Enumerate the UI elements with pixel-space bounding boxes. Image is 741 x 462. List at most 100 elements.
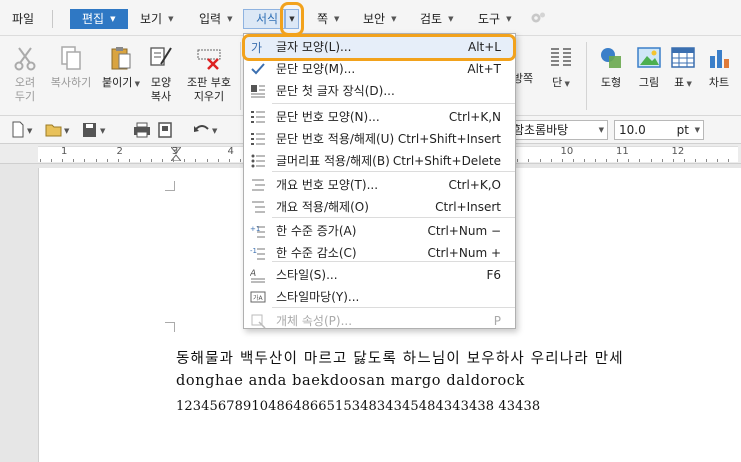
column-button[interactable]: 단 ▼ [544, 44, 578, 91]
shape-copy-label-1: 모양 [150, 76, 172, 89]
ruler-tick [173, 159, 175, 162]
ruler-tick [694, 159, 696, 162]
svg-text:▼: ▼ [64, 127, 70, 135]
font-name-select[interactable]: 함초롬바탕 ▼ [508, 120, 608, 140]
menu-tools-label: 도구 [478, 12, 501, 26]
menu-item-shortcut: P [493, 314, 501, 328]
menu-edit[interactable]: 편집 ▼ [70, 9, 128, 29]
new-document-button[interactable]: ▼ [10, 121, 36, 139]
open-button[interactable]: ▼ [44, 121, 74, 139]
menu-view-label: 보기 [140, 12, 163, 26]
format-dropdown-menu: 가 글자 모양(L)... Alt+L 문단 모양(M)... Alt+T 문단 첫 글자… [243, 33, 516, 329]
shape-label: 도형 [600, 76, 622, 89]
ruler-tick [206, 159, 208, 162]
menu-review[interactable]: 검토 ▼ [420, 9, 453, 29]
menu-item-shortcut: Ctrl+K,O [448, 178, 501, 192]
new-file-icon: ▼ [12, 121, 33, 138]
bullet-icon [250, 153, 266, 169]
menu-item[interactable]: 문단 번호 적용/해제(U) Ctrl+Shift+Insert [244, 128, 515, 150]
ruler-tick [217, 159, 219, 162]
document-line[interactable]: 동해물과 백두산이 마르고 닳도록 하느님이 보우하사 우리나라 만세 [176, 347, 624, 368]
menu-item[interactable]: +1 한 수준 증가(A) Ctrl+Num − [244, 220, 515, 242]
menu-page[interactable]: 쪽 ▼ [317, 9, 339, 29]
document-line[interactable]: donghae anda baekdoosan margo daldorock [176, 373, 525, 389]
menu-item[interactable]: A 스타일(S)... F6 [244, 264, 515, 286]
menu-item-label: 개요 적용/해제(O) [276, 200, 369, 214]
clear-marks-button[interactable]: 조판 부호 지우기 [184, 44, 234, 104]
menu-item[interactable]: 문단 첫 글자 장식(D)... [244, 80, 515, 102]
style-icon: A [249, 267, 266, 283]
svg-text:▼: ▼ [212, 127, 218, 135]
settings-gear-icon[interactable] [529, 10, 547, 26]
menu-security[interactable]: 보안 ▼ [363, 9, 396, 29]
print-button[interactable] [132, 121, 152, 139]
undo-button[interactable]: ▼ [192, 121, 222, 139]
menu-file[interactable]: 파일 [12, 9, 34, 29]
save-button[interactable]: ▼ [80, 121, 110, 139]
chart-button[interactable]: 차트 [702, 44, 736, 90]
ruler-tick [195, 159, 197, 162]
menu-separator [272, 171, 515, 172]
para-shape-icon [250, 61, 266, 77]
ruler-tick [117, 159, 119, 162]
menu-format[interactable]: 서식 [243, 9, 285, 29]
cut-button[interactable]: 오려 두기 [8, 44, 42, 104]
columns-icon [547, 44, 575, 72]
ruler-tick [661, 159, 663, 162]
menu-view[interactable]: 보기 ▼ [140, 9, 173, 29]
clear-marks-label-1: 조판 부호 [187, 76, 231, 89]
shape-copy-button[interactable]: 모양 복사 [146, 44, 176, 104]
font-size-input[interactable]: 10.0 pt ▼ [614, 120, 704, 140]
page-margin-corner [165, 181, 175, 191]
menu-item-shortcut: Ctrl+Num − [427, 224, 501, 238]
highlight-annotation [242, 34, 516, 61]
paste-button[interactable]: 붙이기 ▼ [102, 44, 140, 91]
menu-item[interactable]: 가A 스타일마당(Y)... [244, 286, 515, 308]
ruler-number: 10 [560, 146, 574, 157]
ruler-tick [162, 159, 164, 162]
ruler-number: 1 [61, 146, 68, 157]
copy-button[interactable]: 복사하기 [48, 44, 94, 90]
level-decrease-icon: -1 [250, 245, 266, 261]
font-size-value: 10.0 [619, 123, 646, 137]
menu-item[interactable]: 개요 번호 모양(T)... Ctrl+K,O [244, 174, 515, 196]
menu-item-shortcut: Ctrl+Shift+Delete [392, 154, 501, 168]
menu-tools[interactable]: 도구 ▼ [478, 9, 511, 29]
chevron-down-icon: ▼ [598, 126, 604, 134]
ruler-tick [528, 159, 530, 162]
menu-edit-label: 편집 [82, 12, 105, 26]
save-icon: ▼ [83, 123, 106, 137]
svg-text:-1: -1 [250, 247, 257, 255]
menu-item[interactable]: 개요 적용/해제(O) Ctrl+Insert [244, 196, 515, 218]
highlight-annotation [280, 2, 304, 36]
ruler-tick [706, 159, 707, 162]
menu-item-label: 문단 번호 적용/해제(U) [276, 132, 395, 146]
ruler-number: 12 [671, 146, 685, 157]
hwp-window: 파일 편집 ▼ 보기 ▼ 입력 ▼ 서식 ▼ 쪽 ▼ 보안 ▼ 검토 ▼ 도구 ▼ 오려 두기… [0, 0, 741, 462]
ruler-tick [595, 159, 596, 162]
menu-item-label: 글머리표 적용/해제(B) [276, 154, 390, 168]
menu-item-shortcut: F6 [486, 268, 501, 282]
preview-button[interactable] [156, 121, 174, 139]
scissors-icon [11, 44, 39, 72]
menu-item[interactable]: 문단 번호 모양(N)... Ctrl+K,N [244, 106, 515, 128]
ruler-tick [95, 159, 97, 162]
menu-item[interactable]: 문단 모양(M)... Alt+T [244, 58, 515, 80]
menu-item-shortcut: Alt+T [467, 62, 501, 76]
printer-icon [134, 122, 150, 138]
table-button[interactable]: 표 ▼ [668, 44, 698, 91]
chevron-down-icon: ▼ [391, 15, 397, 23]
picture-button[interactable]: 그림 [632, 44, 666, 90]
document-line[interactable]: 12345678910486486651534834345484343438 4… [176, 399, 540, 414]
shape-button[interactable]: 도형 [594, 44, 628, 90]
ruler-tick [539, 159, 541, 162]
copy-label: 복사하기 [50, 76, 92, 89]
menu-item-label: 개체 속성(P)... [276, 314, 353, 328]
ruler-tick [139, 159, 141, 162]
menu-input-label: 입력 [199, 12, 222, 26]
menu-input[interactable]: 입력 ▼ [199, 9, 232, 29]
menu-item-label: 한 수준 증가(A) [276, 224, 357, 238]
para-number-toggle-icon [250, 131, 266, 147]
menu-item[interactable]: 글머리표 적용/해제(B) Ctrl+Shift+Delete [244, 150, 515, 172]
menu-item-shortcut: Ctrl+K,N [448, 110, 501, 124]
